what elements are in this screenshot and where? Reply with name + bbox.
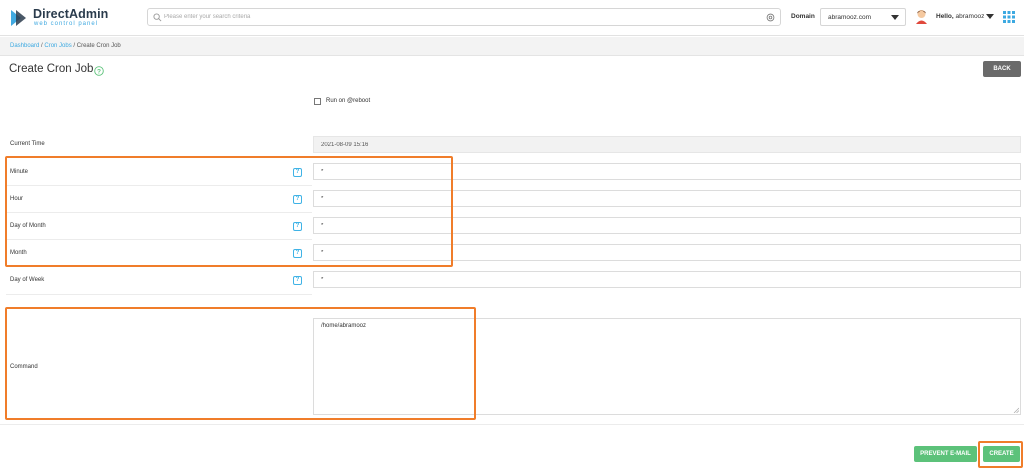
page-title: Create Cron Job [9, 63, 94, 75]
logo-subtitle: web control panel [34, 21, 99, 27]
command-label: Command [10, 364, 38, 370]
month-label: Month [10, 250, 27, 256]
logo[interactable]: DirectAdmin web control panel [9, 6, 129, 30]
username: abramooz [955, 13, 985, 20]
back-button[interactable]: BACK [983, 61, 1021, 77]
row-divider [6, 239, 312, 240]
hour-label: Hour [10, 196, 24, 202]
row-divider [6, 185, 312, 186]
search-box [147, 8, 781, 26]
current-time-field [313, 136, 1021, 153]
month-field[interactable] [313, 244, 1021, 261]
help-square-icon[interactable]: ? [293, 222, 302, 231]
resize-grip-icon[interactable] [1013, 407, 1019, 413]
reboot-checkbox[interactable] [314, 98, 321, 105]
avatar-icon[interactable] [915, 9, 928, 24]
help-square-icon[interactable]: ? [293, 276, 302, 285]
search-options-icon[interactable] [766, 13, 775, 22]
command-field[interactable]: /home/abramooz [313, 318, 1021, 415]
reboot-label: Run on @reboot [326, 98, 371, 104]
minute-field[interactable] [313, 163, 1021, 180]
domain-select[interactable]: abramooz.com [820, 8, 906, 26]
top-header: DirectAdmin web control panel Domain abr… [0, 0, 1024, 36]
logo-title: DirectAdmin [33, 7, 109, 21]
day-of-month-label: Day of Month [10, 223, 46, 229]
help-square-icon[interactable]: ? [293, 168, 302, 177]
chevron-down-icon [891, 15, 899, 20]
help-square-icon[interactable]: ? [293, 249, 302, 258]
row-divider [6, 266, 312, 267]
day-of-week-label: Day of Week [10, 277, 45, 283]
current-time-label: Current Time [10, 141, 45, 147]
day-of-week-field[interactable] [313, 271, 1021, 288]
hour-field[interactable] [313, 190, 1021, 207]
search-input[interactable] [164, 10, 754, 24]
apps-grid-icon[interactable] [1003, 11, 1015, 23]
create-button[interactable]: CREATE [983, 446, 1020, 462]
user-greeting[interactable]: Hello, abramooz [936, 13, 984, 20]
minute-label: Minute [10, 169, 29, 175]
row-divider [6, 212, 312, 213]
prevent-email-button[interactable]: PREVENT E-MAIL [914, 446, 977, 462]
help-circle-icon[interactable]: ? [94, 66, 104, 76]
breadcrumb-cron-jobs[interactable]: Cron Jobs [44, 43, 71, 49]
breadcrumb-dashboard[interactable]: Dashboard [10, 43, 39, 49]
row-divider [6, 157, 312, 158]
breadcrumb-current: Create Cron Job [76, 43, 121, 49]
help-square-icon[interactable]: ? [293, 195, 302, 204]
row-divider [6, 294, 312, 295]
breadcrumb-bar: Dashboard / Cron Jobs / Create Cron Job [0, 37, 1024, 56]
svg-text:?: ? [97, 68, 101, 75]
user-menu-chevron-icon[interactable] [986, 14, 994, 19]
domain-value: abramooz.com [828, 14, 871, 21]
day-of-month-field[interactable] [313, 217, 1021, 234]
domain-label: Domain [791, 13, 815, 20]
search-icon [153, 13, 162, 22]
directadmin-logo-icon [11, 10, 26, 26]
breadcrumb: Dashboard / Cron Jobs / Create Cron Job [10, 43, 121, 49]
form-bottom-divider [0, 424, 1024, 425]
hello-prefix: Hello, [936, 13, 954, 20]
